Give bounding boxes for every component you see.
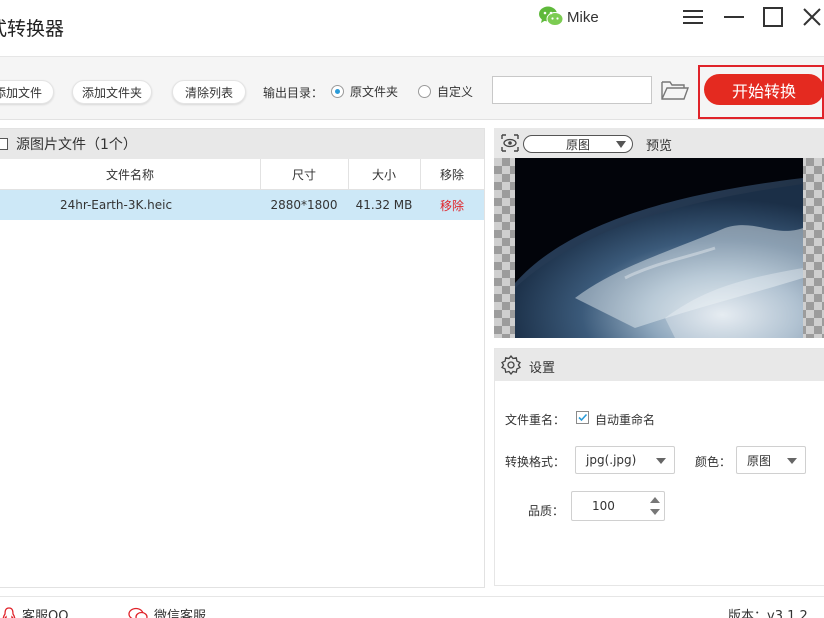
qq-support-label: 客服QQ	[22, 609, 69, 618]
format-select[interactable]: jpg(.jpg)	[575, 446, 675, 474]
wechat-icon	[539, 6, 564, 26]
maximize-button[interactable]	[760, 4, 786, 30]
color-value: 原图	[747, 453, 772, 468]
qq-icon	[2, 606, 16, 618]
remove-file-link[interactable]: 移除	[420, 190, 484, 220]
radio-original-label: 原文件夹	[350, 85, 399, 99]
title-bar: 式转换器 Mike	[0, 0, 824, 57]
minimize-button[interactable]	[721, 4, 747, 30]
app-title: 式转换器	[0, 18, 65, 40]
col-filesize: 大小	[371, 167, 396, 182]
close-icon	[803, 8, 821, 26]
rename-label: 文件重名：	[505, 413, 566, 427]
user-account[interactable]: Mike	[538, 4, 599, 30]
radio-custom-folder[interactable]: 自定义	[418, 83, 473, 100]
app-window: 式转换器 Mike 添加文件 添加文件夹	[0, 0, 824, 618]
radio-custom-label: 自定义	[437, 85, 474, 99]
radio-dot	[418, 85, 431, 98]
start-convert-button[interactable]: 开始转换	[704, 74, 824, 105]
view-mode-select[interactable]: 原图	[523, 135, 633, 153]
caret-down-icon	[787, 458, 797, 464]
quality-value: 100	[592, 499, 615, 513]
eye-icon	[501, 134, 519, 152]
radio-dot-selected	[331, 85, 344, 98]
menu-button[interactable]	[680, 4, 706, 30]
auto-rename-label: 自动重命名	[595, 413, 656, 427]
radio-original-folder[interactable]: 原文件夹	[331, 83, 398, 100]
col-file-name: 文件名称	[105, 167, 154, 182]
clear-list-button[interactable]: 清除列表	[172, 80, 246, 104]
file-size-cell: 41.32 MB	[355, 198, 413, 212]
add-file-button[interactable]: 添加文件	[0, 80, 54, 104]
color-label: 颜色：	[695, 455, 732, 469]
file-table-header: 文件名称 尺寸 大小 移除	[0, 159, 484, 190]
col-dimensions: 尺寸	[291, 167, 316, 182]
format-label: 转换格式：	[505, 455, 566, 469]
preview-label: 预览	[646, 139, 673, 154]
file-dimensions-cell: 2880*1800	[270, 198, 338, 212]
output-dir-label: 输出目录：	[263, 86, 324, 100]
file-list-header: 源图片文件（1个）	[0, 129, 484, 159]
toolbar: 添加文件 添加文件夹 清除列表 输出目录： 原文件夹 自定义 开始转换	[0, 57, 824, 120]
settings-title: 设置	[529, 361, 556, 376]
caret-down-icon	[616, 141, 626, 148]
quality-label: 品质：	[528, 504, 565, 518]
wechat-support-label: 微信客服	[154, 609, 207, 618]
user-name: Mike	[567, 8, 599, 26]
earth-preview-image	[515, 158, 803, 338]
maximize-icon	[763, 7, 783, 27]
add-folder-button[interactable]: 添加文件夹	[72, 80, 152, 104]
caret-down-icon	[656, 458, 666, 464]
quality-increase-button[interactable]	[648, 494, 662, 506]
auto-rename-checkbox[interactable]	[576, 411, 589, 424]
browse-folder-button[interactable]	[660, 77, 690, 103]
preview-panel: 原图 预览	[494, 128, 824, 338]
preview-canvas	[494, 158, 824, 338]
arrow-down-icon	[650, 509, 660, 515]
wechat-icon	[128, 607, 148, 618]
folder-open-icon	[661, 81, 689, 100]
view-mode-value: 原图	[566, 137, 591, 152]
col-remove: 移除	[439, 167, 464, 182]
minimize-icon	[724, 16, 744, 18]
close-button[interactable]	[799, 4, 824, 30]
table-row[interactable]: 24hr-Earth-3K.heic 2880*1800 41.32 MB 移除	[0, 190, 484, 220]
file-list-panel: 源图片文件（1个） 文件名称 尺寸 大小 移除 24hr-Earth-3K.he…	[0, 128, 485, 588]
file-name-cell: 24hr-Earth-3K.heic	[59, 198, 173, 212]
preview-header: 原图 预览	[494, 128, 824, 158]
checkmark-icon	[578, 413, 588, 422]
arrow-up-icon	[650, 497, 660, 503]
settings-header: 设置	[495, 349, 824, 381]
gear-icon	[501, 355, 521, 375]
settings-panel: 设置 文件重名： 自动重命名 转换格式： jpg(.jpg) 颜色： 原图 品质…	[494, 348, 824, 586]
format-value: jpg(.jpg)	[586, 453, 637, 467]
file-list-title: 源图片文件（1个）	[16, 137, 137, 153]
qq-support-link[interactable]: 客服QQ	[2, 605, 68, 618]
quality-stepper[interactable]: 100	[571, 491, 665, 521]
color-select[interactable]: 原图	[736, 446, 806, 474]
footer: 客服QQ 微信客服 版本：v3.1.2	[0, 596, 824, 618]
quality-decrease-button[interactable]	[648, 506, 662, 518]
version-text: 版本：v3.1.2	[728, 609, 808, 618]
output-path-input[interactable]	[492, 76, 652, 104]
checkbox-icon[interactable]	[0, 138, 8, 150]
hamburger-icon	[683, 10, 703, 24]
wechat-support-link[interactable]: 微信客服	[128, 605, 206, 618]
